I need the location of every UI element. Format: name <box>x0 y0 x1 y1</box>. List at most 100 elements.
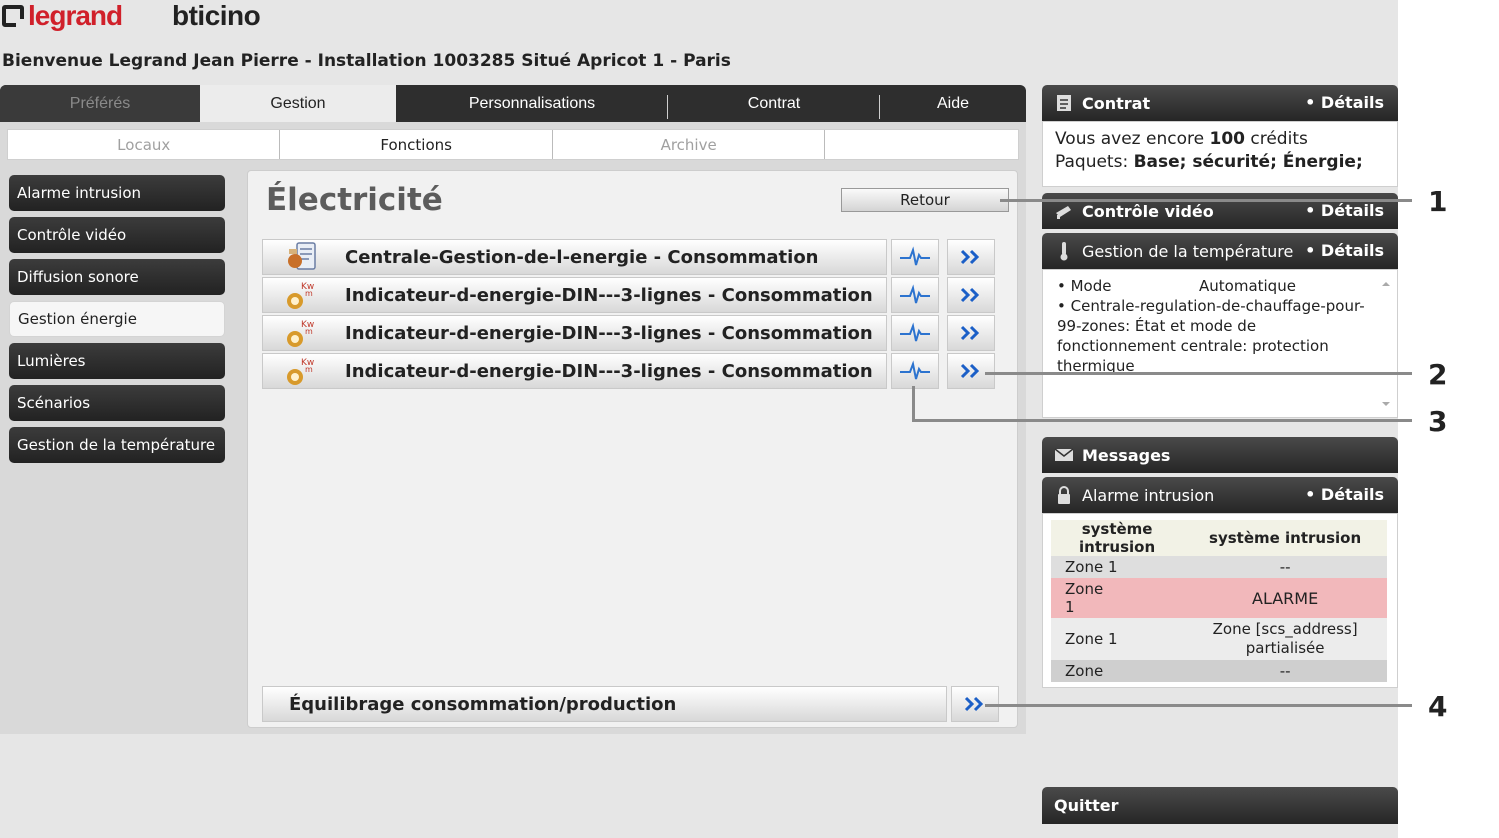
quit-button[interactable]: Quitter <box>1042 787 1398 824</box>
document-icon <box>1054 94 1074 112</box>
temperature-widget-title: Gestion de la température <box>1082 241 1294 261</box>
credits-prefix: Vous avez encore <box>1055 129 1205 149</box>
subtab-locaux[interactable]: Locaux <box>8 130 281 159</box>
double-chevron-right-icon <box>960 249 980 265</box>
subtab-fonctions[interactable]: Fonctions <box>280 130 553 159</box>
alarm-widget-body: système intrusion système intrusion Zone… <box>1042 513 1398 688</box>
sidebar-item-lumieres[interactable]: Lumières <box>9 343 225 379</box>
function-row-main[interactable]: Kw m Indicateur-d-energie-DIN---3-lignes… <box>262 277 887 313</box>
retour-button[interactable]: Retour <box>841 188 1009 212</box>
table-row: Zone 1 Zone [scs_address] partialisée <box>1051 618 1387 660</box>
sidebar-item-gestion-temperature[interactable]: Gestion de la température <box>9 427 225 463</box>
sidebar-item-gestion-energie[interactable]: Gestion énergie <box>9 301 225 337</box>
alarm-widget-title: Alarme intrusion <box>1082 485 1215 505</box>
callout-number: 1 <box>1428 185 1448 218</box>
table-row: Zone 1 -- <box>1051 556 1387 578</box>
lock-icon <box>1054 486 1074 504</box>
function-label: Indicateur-d-energie-DIN---3-lignes - Co… <box>345 285 873 306</box>
tab-personnalisations-label: Personnalisations <box>468 95 596 112</box>
page-margin <box>1398 0 1499 838</box>
tab-personnalisations[interactable]: Personnalisations <box>396 85 668 123</box>
bticino-logo-text: bticino <box>172 0 261 31</box>
energy-central-icon <box>279 241 323 273</box>
sidebar-item-controle-video[interactable]: Contrôle vidéo <box>9 217 225 253</box>
credits-suffix: crédits <box>1250 129 1308 149</box>
legrand-mark-icon <box>2 5 24 27</box>
packages-value: Base; sécurité; Énergie; <box>1133 152 1363 172</box>
svg-text:m: m <box>305 365 313 374</box>
contrat-widget-body: Vous avez encore 100 crédits Paquets: Ba… <box>1042 121 1398 187</box>
subtab-filler <box>825 130 1018 159</box>
alarm-col-header: système intrusion <box>1183 520 1387 556</box>
state-cell: -- <box>1183 556 1387 578</box>
function-row: Centrale-Gestion-de-l-energie - Consomma… <box>262 239 995 275</box>
tab-preferes[interactable]: Préférés <box>0 85 200 123</box>
mode-value: Automatique <box>1199 277 1296 295</box>
double-chevron-right-icon <box>960 363 980 379</box>
tab-contrat-label: Contrat <box>747 95 801 112</box>
balance-row: Équilibrage consommation/production <box>262 686 1000 722</box>
open-function-button[interactable] <box>947 239 995 275</box>
alarm-widget-header: Alarme intrusion • Détails <box>1042 477 1398 513</box>
tab-aide[interactable]: Aide <box>880 85 1026 123</box>
tab-gestion[interactable]: Gestion <box>200 85 396 123</box>
temperature-details-link[interactable]: • Détails <box>1305 241 1384 260</box>
open-function-button[interactable] <box>947 277 995 313</box>
packages-line: Paquets: Base; sécurité; Énergie; <box>1055 151 1385 174</box>
welcome-text: Bienvenue Legrand Jean Pierre - Installa… <box>2 51 731 71</box>
energy-meter-icon: Kw m <box>279 317 323 349</box>
subtab-archive[interactable]: Archive <box>553 130 826 159</box>
alarm-table: système intrusion système intrusion Zone… <box>1051 520 1387 682</box>
double-chevron-right-icon <box>960 325 980 341</box>
function-row: Kw m Indicateur-d-energie-DIN---3-lignes… <box>262 353 995 389</box>
sidebar-item-alarme-intrusion[interactable]: Alarme intrusion <box>9 175 225 211</box>
bticino-logo: bticino <box>172 0 261 32</box>
callout-line <box>985 704 1412 707</box>
callout-number: 4 <box>1428 690 1448 723</box>
central-status-text: • Centrale-regulation-de-chauffage-pour-… <box>1057 297 1365 375</box>
function-label: Indicateur-d-energie-DIN---3-lignes - Co… <box>345 323 873 344</box>
open-function-button[interactable] <box>947 315 995 351</box>
video-details-link[interactable]: • Détails <box>1305 201 1384 220</box>
function-row: Kw m Indicateur-d-energie-DIN---3-lignes… <box>262 315 995 351</box>
consumption-graph-button[interactable] <box>891 353 939 389</box>
pulse-icon <box>900 246 930 266</box>
state-cell: Zone [scs_address] partialisée <box>1183 618 1387 660</box>
zone-cell: Zone 1 <box>1051 578 1184 618</box>
temperature-widget-header: Gestion de la température • Détails <box>1042 233 1398 269</box>
camera-icon <box>1054 202 1074 220</box>
envelope-icon <box>1054 446 1074 464</box>
callout-line <box>912 419 1412 422</box>
energy-meter-icon: Kw m <box>279 279 323 311</box>
alarm-details-link[interactable]: • Détails <box>1305 485 1384 504</box>
function-row: Kw m Indicateur-d-energie-DIN---3-lignes… <box>262 277 995 313</box>
pulse-icon <box>900 360 930 380</box>
function-row-main[interactable]: Kw m Indicateur-d-energie-DIN---3-lignes… <box>262 315 887 351</box>
consumption-graph-button[interactable] <box>891 315 939 351</box>
sidebar-item-scenarios[interactable]: Scénarios <box>9 385 225 421</box>
state-cell: ALARME <box>1183 578 1387 618</box>
temperature-scrollbar[interactable] <box>1379 274 1393 414</box>
mode-line: • Mode Automatique <box>1057 276 1369 296</box>
function-label: Indicateur-d-energie-DIN---3-lignes - Co… <box>345 361 873 382</box>
contrat-details-link[interactable]: • Détails <box>1305 93 1384 112</box>
consumption-graph-button[interactable] <box>891 239 939 275</box>
balance-label: Équilibrage consommation/production <box>289 694 677 715</box>
callout-line <box>985 372 1412 375</box>
messages-widget-header[interactable]: Messages <box>1042 437 1398 473</box>
legrand-logo-text: legrand <box>28 0 123 31</box>
function-row-main[interactable]: Kw m Indicateur-d-energie-DIN---3-lignes… <box>262 353 887 389</box>
zone-cell: Zone 1 <box>1051 556 1184 578</box>
tab-aide-label: Aide <box>936 95 970 112</box>
tab-contrat[interactable]: Contrat <box>668 85 880 123</box>
contrat-widget-header: Contrat • Détails <box>1042 85 1398 121</box>
legrand-logo: legrand <box>2 0 123 32</box>
open-function-button[interactable] <box>947 353 995 389</box>
state-cell: -- <box>1183 660 1387 682</box>
consumption-graph-button[interactable] <box>891 277 939 313</box>
messages-widget-title: Messages <box>1082 445 1171 465</box>
sidebar-item-diffusion-sonore[interactable]: Diffusion sonore <box>9 259 225 295</box>
function-row-main[interactable]: Centrale-Gestion-de-l-energie - Consomma… <box>262 239 887 275</box>
balance-row-main[interactable]: Équilibrage consommation/production <box>262 686 947 722</box>
pulse-icon <box>900 322 930 342</box>
